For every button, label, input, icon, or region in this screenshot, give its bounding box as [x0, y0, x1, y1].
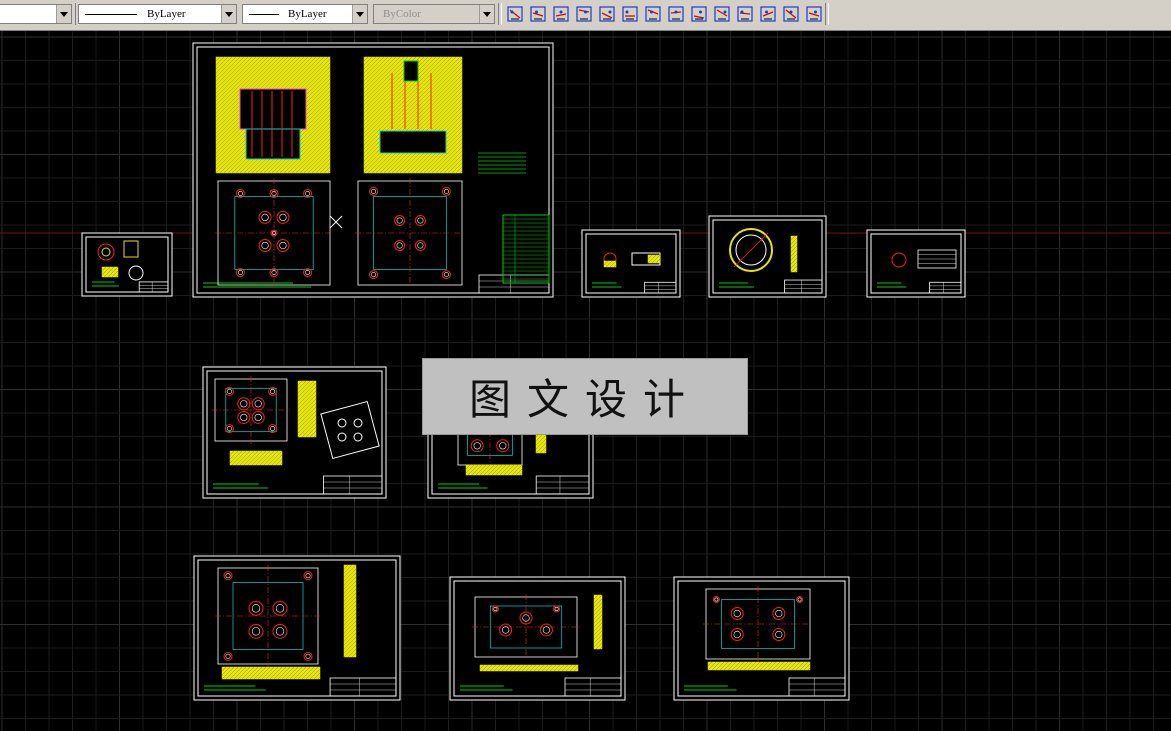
hatched-section: [707, 661, 811, 671]
sprue-bushing: [403, 60, 419, 82]
leader-icon[interactable]: [713, 5, 731, 23]
section-fill: [221, 666, 321, 680]
center-mark-icon[interactable]: [690, 5, 708, 23]
baseline-dimension-icon[interactable]: [598, 5, 616, 23]
angular-dimension-icon[interactable]: [644, 5, 662, 23]
hatched-section: [221, 666, 321, 680]
sheet-plate-3: [193, 555, 401, 701]
sheet-outer-border: [81, 232, 173, 297]
plate-view: [355, 178, 465, 288]
linetype-dropdown-value: ByLayer: [147, 8, 186, 20]
dimension-text-edit-icon[interactable]: [759, 5, 777, 23]
chevron-down-icon: [479, 5, 494, 23]
hatched-section: [790, 235, 798, 273]
plotstyle-dropdown[interactable]: ByColor: [373, 4, 495, 24]
mold-cavity: [239, 88, 307, 130]
sheet-plate-4: [449, 576, 626, 701]
hatched-section: [647, 254, 661, 264]
sheet-part-c: [866, 229, 966, 298]
linetype-preview: [85, 14, 137, 15]
chevron-down-icon: [56, 5, 71, 23]
tolerance-icon[interactable]: [667, 5, 685, 23]
aligned-dimension-icon[interactable]: [552, 5, 570, 23]
sheet-part-a: [581, 229, 681, 298]
ordinate-dimension-icon[interactable]: [575, 5, 593, 23]
hatched-section: [101, 266, 119, 278]
dimension-style-icon[interactable]: [805, 5, 823, 23]
continue-dimension-icon[interactable]: [621, 5, 639, 23]
drawing-canvas[interactable]: 图文设计: [0, 31, 1171, 731]
sheet-part-b: [708, 215, 827, 298]
layer-dropdown[interactable]: [0, 4, 72, 24]
lineweight-dropdown[interactable]: ByLayer: [242, 4, 368, 24]
watermark-text: 图文设计: [468, 375, 701, 424]
toolbar-separator: [498, 3, 502, 25]
sheet-outer-border: [708, 215, 827, 298]
section-fill: [603, 260, 617, 268]
sheet-mold-assembly: [192, 42, 554, 298]
text-style-icon[interactable]: [506, 5, 524, 23]
toolbar-separator: [825, 3, 829, 25]
sheet-plate-5: [673, 576, 850, 701]
linetype-dropdown[interactable]: ByLayer: [78, 4, 237, 24]
hatched-section: [465, 464, 523, 476]
chevron-down-icon: [221, 5, 236, 23]
hatched-section: [593, 594, 603, 650]
chevron-down-icon: [352, 5, 367, 23]
hatched-section: [343, 564, 357, 658]
ejector-space: [379, 130, 447, 154]
hatched-section: [229, 450, 283, 466]
watermark: 图文设计: [422, 358, 748, 435]
section-fill: [647, 254, 661, 264]
linear-dimension-icon[interactable]: [529, 5, 547, 23]
hatched-section: [603, 260, 617, 268]
hatched-section: [479, 664, 579, 672]
hatched-section: [297, 380, 317, 438]
plotstyle-dropdown-value: ByColor: [383, 8, 421, 20]
sheet-outer-border: [673, 576, 850, 701]
lineweight-preview: [249, 14, 279, 15]
lineweight-dropdown-value: ByLayer: [288, 8, 327, 20]
sheet-small-left: [81, 232, 173, 297]
dimension-update-icon[interactable]: [782, 5, 800, 23]
sheet-plate-1: [202, 366, 387, 499]
dimension-edit-icon[interactable]: [736, 5, 754, 23]
properties-toolbar: ByLayer ByLayer ByColor: [0, 0, 1171, 31]
